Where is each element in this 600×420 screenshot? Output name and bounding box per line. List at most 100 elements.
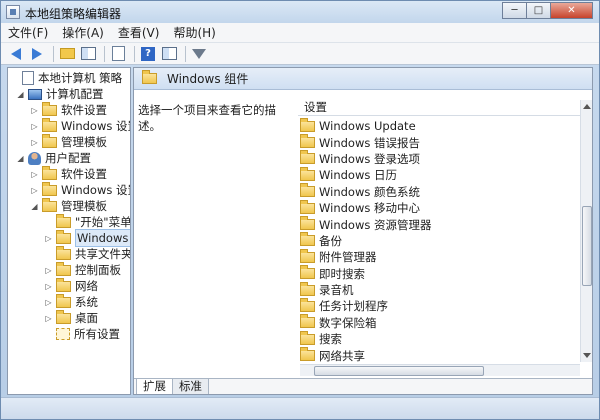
folder-open-icon <box>56 229 71 244</box>
folder-icon <box>300 183 315 198</box>
toolbar-separator <box>104 45 105 62</box>
tree-item-computer-config[interactable]: ◢ 计算机配置 <box>16 86 104 102</box>
folder-icon <box>42 117 57 132</box>
list-item-instant-search[interactable]: 即时搜索 <box>300 265 580 282</box>
list-item-mobility-center[interactable]: Windows 移动中心 <box>300 199 580 216</box>
folder-icon <box>56 261 71 276</box>
list-item-digital-locker[interactable]: 数字保险箱 <box>300 314 580 331</box>
tree-item-windows-components[interactable]: ▷ Windows 组件 <box>44 229 130 247</box>
list-item-error-reporting[interactable]: Windows 错误报告 <box>300 134 580 150</box>
list-item-task-scheduler[interactable]: 任务计划程序 <box>300 297 580 314</box>
details-header-title: Windows 组件 <box>167 72 249 86</box>
list-item-explorer[interactable]: Windows 资源管理器 <box>300 216 580 232</box>
tree-item-admin-templates[interactable]: ▷ 管理模板 <box>30 133 107 150</box>
tree-item-admin-templates[interactable]: ◢ 管理模板 <box>30 197 107 214</box>
close-button[interactable]: ✕ <box>550 2 593 19</box>
expand-arrow-icon[interactable]: ▷ <box>30 170 39 179</box>
vertical-scroll-thumb[interactable] <box>582 206 592 286</box>
collapse-arrow-icon[interactable]: ◢ <box>30 202 39 211</box>
tree-item-label: 管理模板 <box>61 199 107 213</box>
list-item-attachment-manager[interactable]: 附件管理器 <box>300 248 580 265</box>
expand-arrow-icon[interactable]: ▷ <box>44 314 53 323</box>
folder-icon <box>56 309 71 324</box>
list-item-label: 任务计划程序 <box>319 299 388 314</box>
tree-item-software-settings[interactable]: ▷ 软件设置 <box>30 165 107 182</box>
document-icon <box>22 71 34 85</box>
tree-item-system[interactable]: ▷ 系统 <box>44 293 98 310</box>
tree-item-network[interactable]: ▷ 网络 <box>44 277 98 294</box>
tab-standard[interactable]: 标准 <box>172 379 209 394</box>
folder-icon <box>300 232 315 247</box>
folder-icon <box>42 197 57 212</box>
app-window: 本地组策略编辑器 ─ □ ✕ 文件(F) 操作(A) 查看(V) 帮助(H) ?… <box>0 0 600 420</box>
list-item-logon-options[interactable]: Windows 登录选项 <box>300 150 580 167</box>
tree-item-control-panel[interactable]: ▷ 控制面板 <box>44 261 121 278</box>
tree-item-windows-settings[interactable]: ▷ Windows 设置 <box>30 117 130 134</box>
list-item-windows-update[interactable]: Windows Update <box>300 118 580 134</box>
tree-item-shared-folders[interactable]: 共享文件夹 <box>44 245 131 262</box>
help-icon[interactable]: ? <box>139 45 157 63</box>
show-hide-tree-icon[interactable] <box>79 45 97 63</box>
collapse-arrow-icon[interactable]: ◢ <box>16 90 25 99</box>
list-item-search[interactable]: 搜索 <box>300 330 580 347</box>
folder-icon <box>300 150 315 165</box>
vertical-scrollbar[interactable] <box>580 100 592 362</box>
forward-arrow-icon[interactable] <box>28 45 46 63</box>
menu-action[interactable]: 操作(A) <box>55 23 111 43</box>
expand-arrow-icon[interactable]: ▷ <box>44 298 53 307</box>
tree-item-label: 共享文件夹 <box>75 247 131 261</box>
menu-view[interactable]: 查看(V) <box>111 23 167 43</box>
collapse-arrow-icon[interactable]: ◢ <box>16 154 25 163</box>
menu-file[interactable]: 文件(F) <box>1 23 55 43</box>
menu-help[interactable]: 帮助(H) <box>166 23 222 43</box>
tree-item-label: 桌面 <box>75 311 98 325</box>
filter-icon[interactable] <box>190 45 208 63</box>
policy-tree[interactable]: 本地计算机 策略 ◢ 计算机配置 ▷ 软件设置 ▷ Windows 设置 ▷ 管… <box>7 67 131 395</box>
tree-item-windows-settings[interactable]: ▷ Windows 设置 <box>30 181 130 198</box>
list-item-network-sharing[interactable]: 网络共享 <box>300 347 580 363</box>
tree-item-desktop[interactable]: ▷ 桌面 <box>44 309 98 326</box>
expand-arrow-icon[interactable]: ▷ <box>30 186 39 195</box>
settings-list[interactable]: Windows Update Windows 错误报告 Windows 登录选项… <box>300 118 580 364</box>
folder-icon <box>142 70 157 84</box>
tree-item-local-computer-policy[interactable]: 本地计算机 策略 <box>10 70 122 86</box>
tree-item-label: 网络 <box>75 279 98 293</box>
expand-arrow-icon[interactable]: ▷ <box>30 106 39 115</box>
horizontal-scroll-thumb[interactable] <box>314 366 484 376</box>
tree-item-start-menu[interactable]: "开始"菜单 <box>44 213 130 230</box>
tree-item-label: 计算机配置 <box>46 87 104 101</box>
window-title: 本地组策略编辑器 <box>25 7 122 21</box>
expand-arrow-icon[interactable]: ▷ <box>44 234 53 243</box>
list-item-sound-recorder[interactable]: 录音机 <box>300 281 580 298</box>
list-item-backup[interactable]: 备份 <box>300 232 580 249</box>
tree-item-user-config[interactable]: ◢ 用户配置 <box>16 150 91 166</box>
horizontal-scrollbar[interactable] <box>300 364 580 376</box>
expand-arrow-icon[interactable]: ▷ <box>30 122 39 131</box>
scroll-up-arrow-icon[interactable] <box>583 104 591 109</box>
column-header-setting[interactable]: 设置 <box>298 98 580 116</box>
list-item-label: 即时搜索 <box>319 266 365 281</box>
back-arrow-icon[interactable] <box>7 45 25 63</box>
minimize-button[interactable]: ─ <box>502 2 527 19</box>
expand-arrow-icon[interactable]: ▷ <box>44 266 53 275</box>
list-item-label: Windows 登录选项 <box>319 151 420 166</box>
list-item-label: 网络共享 <box>319 348 365 363</box>
properties-pane-icon[interactable] <box>160 45 178 63</box>
list-item-color-system[interactable]: Windows 颜色系统 <box>300 183 580 200</box>
tab-extended[interactable]: 扩展 <box>136 379 173 394</box>
title-bar[interactable]: 本地组策略编辑器 ─ □ ✕ <box>1 1 599 23</box>
expand-arrow-icon[interactable]: ▷ <box>44 282 53 291</box>
expand-arrow-icon[interactable]: ▷ <box>30 138 39 147</box>
folder-icon <box>300 347 315 362</box>
toolbar: ? <box>1 43 599 65</box>
tree-item-label: 本地计算机 策略 <box>38 71 123 85</box>
toolbar-separator <box>53 45 54 62</box>
tree-item-all-settings[interactable]: 所有设置 <box>44 326 120 342</box>
list-item-calendar[interactable]: Windows 日历 <box>300 166 580 183</box>
export-list-icon[interactable] <box>109 45 127 63</box>
tree-item-software-settings[interactable]: ▷ 软件设置 <box>30 101 107 118</box>
up-folder-icon[interactable] <box>58 45 76 63</box>
maximize-button[interactable]: □ <box>526 2 551 19</box>
folder-icon <box>56 293 71 308</box>
scroll-down-arrow-icon[interactable] <box>583 353 591 358</box>
